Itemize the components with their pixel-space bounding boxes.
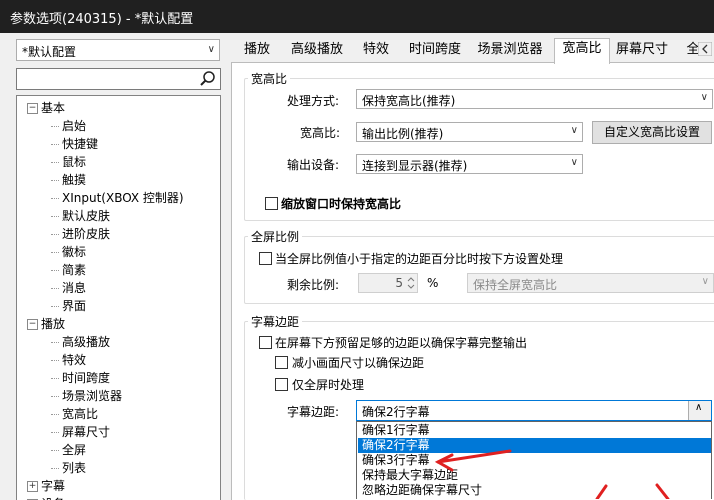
annotation-arrows xyxy=(434,449,670,499)
arrow-icon xyxy=(434,449,670,499)
